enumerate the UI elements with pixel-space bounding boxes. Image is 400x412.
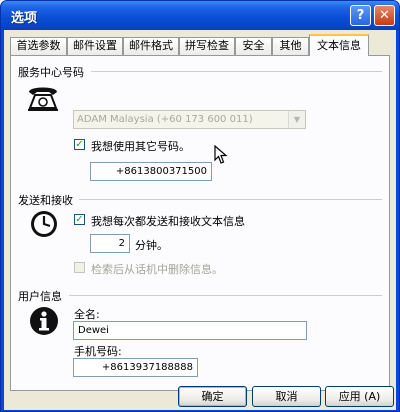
group-divider [69,295,382,296]
clock-icon [31,211,57,237]
title-bar[interactable]: 选项 ? ✕ [1,1,399,30]
group-heading-service-center: 服务中心号码 [18,66,84,79]
delete-after-retrieve-label: 检索后从话机中删除信息。 [91,263,223,276]
ok-button[interactable]: 确定 [178,386,247,407]
apply-button[interactable]: 应用 (A) [325,386,394,407]
interval-unit-label: 分钟。 [135,239,168,252]
group-divider [79,199,382,200]
options-dialog: 选项 ? ✕ 首选参数 邮件设置 邮件格式 拼写检查 安全 其他 文本信息 服务… [0,0,400,412]
cancel-button[interactable]: 取消 [252,386,321,407]
cursor-icon [214,145,228,164]
chevron-down-icon: ▼ [288,111,305,128]
tab-strip: 首选参数 邮件设置 邮件格式 拼写检查 安全 其他 文本信息 [10,33,390,56]
use-other-number-checkbox[interactable]: ✓ [74,139,85,150]
group-heading-user-info: 用户信息 [18,290,62,303]
tab-mail-setup[interactable]: 邮件设置 [67,37,123,55]
interval-minutes-field[interactable]: 2 [90,234,130,253]
tab-mail-format[interactable]: 邮件格式 [123,37,179,55]
tab-preferences[interactable]: 首选参数 [10,37,67,55]
full-name-field[interactable]: Dewei [73,321,307,340]
window-title: 选项 [11,11,38,26]
service-center-combo-value: ADAM Malaysia (+60 173 600 011) [77,114,253,125]
service-center-combo: ADAM Malaysia (+60 173 600 011) ▼ [73,110,306,129]
mobile-number-field[interactable]: +8613937188888 [73,358,198,377]
close-button[interactable]: ✕ [374,5,395,26]
tab-panel: 服务中心号码 ADAM Malaysia (+60 173 600 011) ▼… [10,55,390,391]
group-divider [91,71,382,72]
group-heading-send-receive: 发送和接收 [18,194,73,207]
always-send-receive-checkbox[interactable]: ✓ [74,214,85,225]
dialog-client: 首选参数 邮件设置 邮件格式 拼写检查 安全 其他 文本信息 服务中心号码 AD… [4,30,396,410]
phone-icon [28,87,58,111]
full-name-label: 全名: [74,308,100,321]
info-icon [30,307,58,335]
mobile-number-label: 手机号码: [74,345,122,358]
delete-after-retrieve-checkbox[interactable] [74,262,85,273]
tab-spelling[interactable]: 拼写检查 [179,37,235,55]
other-number-field[interactable]: +8613800371500 [90,162,212,181]
help-button[interactable]: ? [350,5,371,26]
always-send-receive-label: 我想每次都发送和接收文本信息 [91,215,245,228]
tab-security[interactable]: 安全 [235,37,272,55]
tab-text-messaging[interactable]: 文本信息 [309,34,369,56]
use-other-number-label: 我想使用其它号码。 [91,140,190,153]
tab-other[interactable]: 其他 [272,37,309,55]
